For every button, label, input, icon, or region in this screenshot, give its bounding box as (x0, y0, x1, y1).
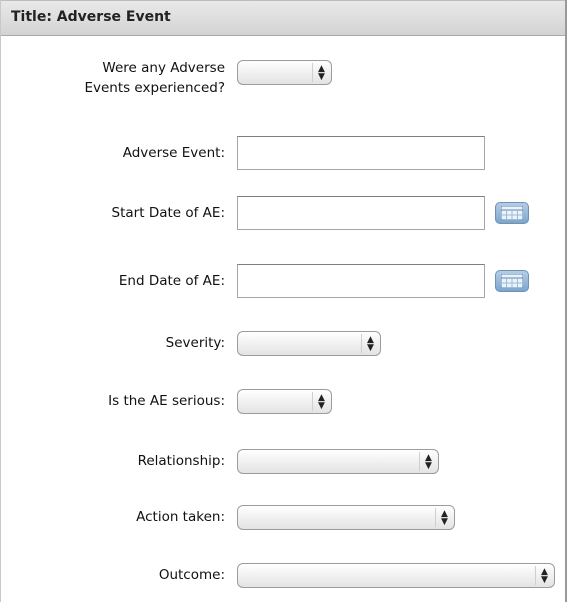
updown-arrows-icon: ▲ ▼ (312, 63, 330, 82)
severity-label: Severity: (165, 335, 225, 351)
adverse-event-panel: Title: Adverse Event Were any Adverse Ev… (0, 0, 567, 602)
panel-title: Title: Adverse Event (11, 9, 171, 25)
action-taken-select[interactable]: ▲ ▼ (237, 505, 455, 530)
any-ae-label-line1: Were any Adverse (102, 60, 225, 76)
outcome-select[interactable]: ▲ ▼ (237, 563, 555, 588)
any-ae-label-line2: Events experienced? (84, 80, 225, 96)
severity-select[interactable]: ▲ ▼ (237, 331, 381, 356)
serious-select[interactable]: ▲ ▼ (237, 389, 332, 414)
start-date-label: Start Date of AE: (111, 205, 225, 221)
end-date-input[interactable] (237, 264, 485, 298)
updown-arrows-icon: ▲ ▼ (435, 508, 453, 527)
updown-arrows-icon: ▲ ▼ (312, 392, 330, 411)
calendar-icon (501, 274, 523, 288)
adverse-event-input[interactable] (237, 136, 485, 170)
end-date-label: End Date of AE: (118, 273, 225, 289)
relationship-label: Relationship: (137, 453, 225, 469)
serious-label: Is the AE serious: (108, 393, 225, 409)
updown-arrows-icon: ▲ ▼ (535, 566, 553, 585)
outcome-label: Outcome: (158, 567, 225, 583)
any-ae-select[interactable]: ▲ ▼ (237, 60, 332, 85)
updown-arrows-icon: ▲ ▼ (419, 452, 437, 471)
any-ae-label: Were any Adverse Events experienced? (84, 58, 225, 98)
calendar-icon (501, 206, 523, 220)
adverse-event-label: Adverse Event: (122, 145, 225, 161)
panel-header: Title: Adverse Event (1, 0, 565, 36)
start-date-calendar-button[interactable] (495, 202, 529, 224)
end-date-calendar-button[interactable] (495, 270, 529, 292)
relationship-select[interactable]: ▲ ▼ (237, 449, 439, 474)
start-date-input[interactable] (237, 196, 485, 230)
updown-arrows-icon: ▲ ▼ (361, 334, 379, 353)
action-taken-label: Action taken: (136, 509, 225, 525)
